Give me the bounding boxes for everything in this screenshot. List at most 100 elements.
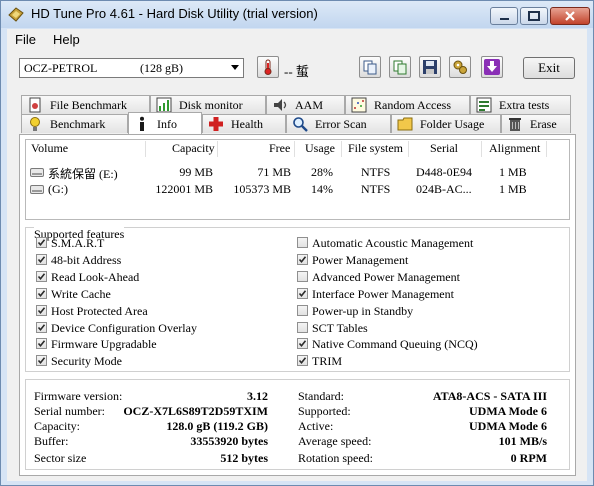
feature-label: Firmware Upgradable <box>51 337 157 352</box>
tab-info[interactable]: Info <box>128 112 202 134</box>
copy-button[interactable] <box>359 56 381 78</box>
feature-checkbox[interactable] <box>297 253 308 265</box>
cell-serial: 024B-AC... <box>416 182 472 196</box>
tab-benchmark[interactable]: Benchmark <box>21 114 128 133</box>
checkmark-icon <box>37 357 46 365</box>
tab-label: Info <box>157 117 177 131</box>
feature-label: Security Mode <box>51 354 122 369</box>
info-icon <box>140 116 144 131</box>
feature-label: Read Look-Ahead <box>51 269 140 284</box>
info-panel: Volume Capacity Free Usage File system S… <box>19 134 576 476</box>
capacity-value: 128.0 gB (119.2 GB) <box>166 419 268 433</box>
feature-checkbox[interactable] <box>36 321 47 333</box>
column-header-filesystem[interactable]: File system <box>348 140 404 158</box>
checkmark-icon <box>298 357 307 365</box>
feature-checkbox[interactable] <box>297 287 308 299</box>
temperature-button[interactable] <box>257 56 279 78</box>
tab-label: File Benchmark <box>50 98 127 112</box>
minimize-button[interactable] <box>490 7 518 25</box>
cell-filesystem: NTFS <box>361 182 391 196</box>
feature-checkbox[interactable] <box>36 253 47 265</box>
feature-checkbox[interactable] <box>297 355 308 367</box>
title-bar[interactable]: HD Tune Pro 4.61 - Hard Disk Utility (tr… <box>1 1 593 28</box>
standard-value: ATA8-ACS - SATA III <box>432 389 547 403</box>
tab-erase[interactable]: Erase <box>501 114 571 133</box>
checkmark-icon <box>298 340 307 348</box>
firmware-value: 3.12 <box>247 389 268 403</box>
column-header-serial[interactable]: Serial <box>430 140 458 158</box>
supported-value: UDMA Mode 6 <box>469 404 547 418</box>
tab-aam[interactable]: AAM <box>266 95 345 114</box>
feature-label: Interface Power Management <box>312 286 454 301</box>
cell-serial: D448-0E94 <box>416 165 472 179</box>
options-button[interactable] <box>449 56 471 78</box>
window-title: HD Tune Pro 4.61 - Hard Disk Utility (tr… <box>31 6 318 21</box>
checkmark-icon <box>37 256 46 263</box>
column-divider <box>341 141 342 157</box>
tab-random-access[interactable]: Random Access <box>345 95 470 114</box>
feature-checkbox[interactable] <box>36 304 47 316</box>
drive-select[interactable]: OCZ-PETROL (128 gB) <box>19 58 244 78</box>
checkmark-icon <box>37 340 46 348</box>
options-icon <box>453 60 467 74</box>
close-button[interactable] <box>550 7 590 25</box>
supported-label: Supported: <box>298 404 351 418</box>
column-divider <box>481 141 482 157</box>
menu-file[interactable]: File <box>15 32 36 47</box>
feature-checkbox[interactable] <box>36 338 47 350</box>
feature-label: TRIM <box>312 354 342 369</box>
tab-error-scan[interactable]: Error Scan <box>286 114 391 133</box>
feature-checkbox[interactable] <box>297 321 308 333</box>
feature-label: Power-up in Standby <box>312 303 414 318</box>
rotation-speed-value: 0 RPM <box>510 451 547 465</box>
feature-label: SCT Tables <box>312 320 368 335</box>
feature-checkbox[interactable] <box>36 287 47 299</box>
disk-monitor-icon <box>156 97 172 113</box>
tab-label: Benchmark <box>50 117 106 131</box>
close-icon <box>565 11 575 21</box>
feature-checkbox[interactable] <box>36 270 47 282</box>
volume-table[interactable]: Volume Capacity Free Usage File system S… <box>25 139 570 220</box>
column-divider <box>408 141 409 157</box>
thermometer-icon <box>264 59 272 75</box>
magnifier-icon <box>293 117 308 132</box>
feature-checkbox[interactable] <box>297 304 308 316</box>
feature-checkbox[interactable] <box>36 355 47 367</box>
menu-help[interactable]: Help <box>53 32 80 47</box>
tab-health[interactable]: Health <box>202 114 286 133</box>
table-row[interactable]: 系統保留 (E:) 99 MB 71 MB 28% NTFS D448-0E94… <box>26 165 569 181</box>
table-row[interactable]: (G:) 122001 MB 105373 MB 14% NTFS 024B-A… <box>26 182 569 198</box>
feature-label: Advanced Power Management <box>312 269 460 284</box>
column-header-capacity[interactable]: Capacity <box>172 140 215 158</box>
download-button[interactable] <box>481 56 503 78</box>
checkmark-icon <box>37 239 46 247</box>
column-header-alignment[interactable]: Alignment <box>489 140 541 158</box>
serial-value: OCZ-X7L6S89T2D59TXIM <box>123 404 268 418</box>
column-header-usage[interactable]: Usage <box>305 140 335 158</box>
feature-checkbox[interactable] <box>297 270 308 282</box>
feature-checkbox[interactable] <box>36 237 47 248</box>
feature-checkbox[interactable] <box>297 237 308 248</box>
feature-checkbox[interactable] <box>297 338 308 350</box>
column-header-volume[interactable]: Volume <box>31 140 69 158</box>
column-header-free[interactable]: Free <box>269 140 291 158</box>
feature-label: Automatic Acoustic Management <box>312 236 474 250</box>
tab-folder-usage[interactable]: Folder Usage <box>391 114 501 133</box>
capacity-label: Capacity: <box>34 419 80 433</box>
copy-all-button[interactable] <box>389 56 411 78</box>
cell-free: 105373 MB <box>233 182 291 196</box>
exit-button[interactable]: Exit <box>523 57 575 79</box>
tab-extra-tests[interactable]: Extra tests <box>470 95 571 114</box>
column-divider <box>294 141 295 157</box>
lightbulb-icon <box>30 117 40 131</box>
copy-icon <box>363 60 377 75</box>
health-cross-icon <box>209 117 223 131</box>
main-client: OCZ-PETROL (128 gB) -- 蜇 Exit File Bench… <box>7 51 587 481</box>
drive-icon <box>30 185 44 194</box>
sector-size-value: 512 bytes <box>220 451 268 465</box>
maximize-button[interactable] <box>520 7 548 25</box>
download-icon <box>484 59 500 75</box>
save-button[interactable] <box>419 56 441 78</box>
random-access-icon <box>351 97 367 113</box>
temperature-readout: -- 蜇 <box>284 64 309 79</box>
